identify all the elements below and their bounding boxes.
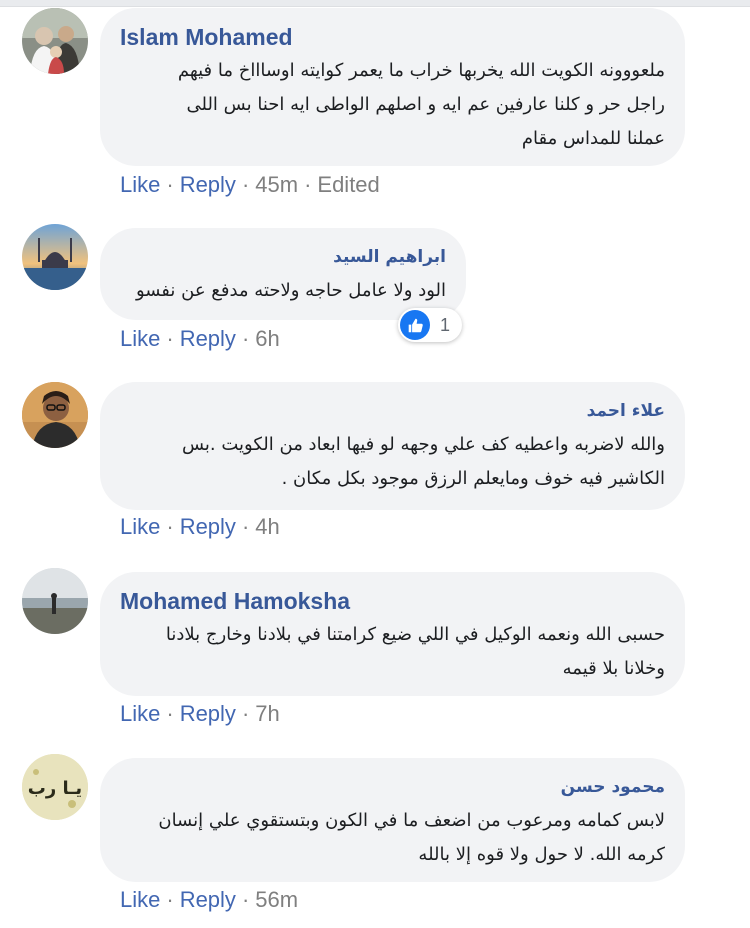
avatar-calligraphy-text: يـا رب xyxy=(28,778,82,799)
like-link[interactable]: Like xyxy=(120,701,160,726)
comment-actions: Like · Reply · 56m xyxy=(120,886,298,914)
like-link[interactable]: Like xyxy=(120,172,160,197)
thumbs-up-icon xyxy=(400,310,430,340)
top-divider xyxy=(0,0,750,7)
comment-author[interactable]: Mohamed Hamoksha xyxy=(120,586,665,616)
reply-link[interactable]: Reply xyxy=(180,887,236,912)
comment-line: لابس كمامه ومرعوب من اضعف ما في الكون وب… xyxy=(158,810,665,831)
separator: · xyxy=(241,887,250,912)
comment-actions: Like · Reply · 4h xyxy=(120,513,280,541)
landscape-person-avatar[interactable] xyxy=(22,568,88,634)
separator: · xyxy=(241,326,250,351)
mosque-sunset-avatar[interactable] xyxy=(22,224,88,290)
people-photo-avatar[interactable] xyxy=(22,8,88,74)
comment-author[interactable]: علاء احمد xyxy=(120,396,665,426)
comment-text: ملعووونه الكويت الله يخربها خراب ما يعمر… xyxy=(120,54,665,156)
comment-text: لابس كمامه ومرعوب من اضعف ما في الكون وب… xyxy=(120,804,665,872)
separator: · xyxy=(304,172,312,197)
reply-link[interactable]: Reply xyxy=(180,514,236,539)
reply-link[interactable]: Reply xyxy=(180,326,236,351)
comment-line: الكاشير فيه خوف ومايعلم الرزق موجود بكل … xyxy=(281,468,665,489)
comment-text: والله لاضربه واعطيه كف علي وجهه لو فيها … xyxy=(120,428,665,496)
reply-link[interactable]: Reply xyxy=(180,172,236,197)
timestamp[interactable]: 56m xyxy=(255,887,298,912)
separator: · xyxy=(166,701,174,726)
separator: · xyxy=(241,514,250,539)
reaction-count: 1 xyxy=(440,314,451,335)
reply-link[interactable]: Reply xyxy=(180,701,236,726)
like-link[interactable]: Like xyxy=(120,514,160,539)
like-link[interactable]: Like xyxy=(120,326,160,351)
comment-line: راجل حر و كلنا عارفين عم ايه و اصلهم الو… xyxy=(186,94,665,115)
comment-bubble: Mohamed Hamoksha حسبى الله ونعمه الوكيل … xyxy=(100,572,685,696)
comment-actions: Like · Reply · 6h xyxy=(120,325,280,353)
edited-label[interactable]: Edited xyxy=(317,172,379,197)
comment-line: الود ولا عامل حاجه ولاحته مدفع عن نفسو xyxy=(135,280,446,301)
separator: · xyxy=(241,701,250,726)
separator: · xyxy=(241,172,250,197)
comment-bubble: محمود حسن لابس كمامه ومرعوب من اضعف ما ف… xyxy=(100,758,685,882)
timestamp[interactable]: 4h xyxy=(255,514,279,539)
comment-text: حسبى الله ونعمه الوكيل في اللي ضيع كرامت… xyxy=(120,618,665,686)
comment-actions: Like · Reply · 7h xyxy=(120,700,280,728)
comment-bubble: Islam Mohamed ملعووونه الكويت الله يخربه… xyxy=(100,8,685,166)
separator: · xyxy=(166,514,174,539)
separator: · xyxy=(166,172,174,197)
man-glasses-avatar[interactable] xyxy=(22,382,88,448)
comment-bubble: ابراهيم السيد الود ولا عامل حاجه ولاحته … xyxy=(100,228,466,320)
comment-author[interactable]: Islam Mohamed xyxy=(120,22,665,52)
comment-text: الود ولا عامل حاجه ولاحته مدفع عن نفسو xyxy=(120,274,446,308)
calligraphy-ya-rab-avatar[interactable]: يـا رب xyxy=(22,754,88,820)
comment-author[interactable]: محمود حسن xyxy=(120,772,665,802)
like-link[interactable]: Like xyxy=(120,887,160,912)
reaction-badge[interactable]: 1 xyxy=(398,308,463,342)
timestamp[interactable]: 7h xyxy=(255,701,279,726)
comment-line: عملنا للمداس مقام xyxy=(521,128,665,149)
comment-line: حسبى الله ونعمه الوكيل في اللي ضيع كرامت… xyxy=(165,624,665,645)
separator: · xyxy=(166,326,174,351)
comment-line: والله لاضربه واعطيه كف علي وجهه لو فيها … xyxy=(181,434,665,455)
timestamp[interactable]: 6h xyxy=(255,326,279,351)
comment-author[interactable]: ابراهيم السيد xyxy=(120,242,446,272)
separator: · xyxy=(166,887,174,912)
comment-line: وخلانا بلا قيمه xyxy=(562,658,665,679)
comment-actions: Like · Reply · 45m · Edited xyxy=(120,171,380,199)
comment-line: ملعووونه الكويت الله يخربها خراب ما يعمر… xyxy=(177,60,665,81)
timestamp[interactable]: 45m xyxy=(255,172,298,197)
comment-line: كرمه الله. لا حول ولا قوه إلا بالله xyxy=(418,844,665,865)
comment-bubble: علاء احمد والله لاضربه واعطيه كف علي وجه… xyxy=(100,382,685,510)
